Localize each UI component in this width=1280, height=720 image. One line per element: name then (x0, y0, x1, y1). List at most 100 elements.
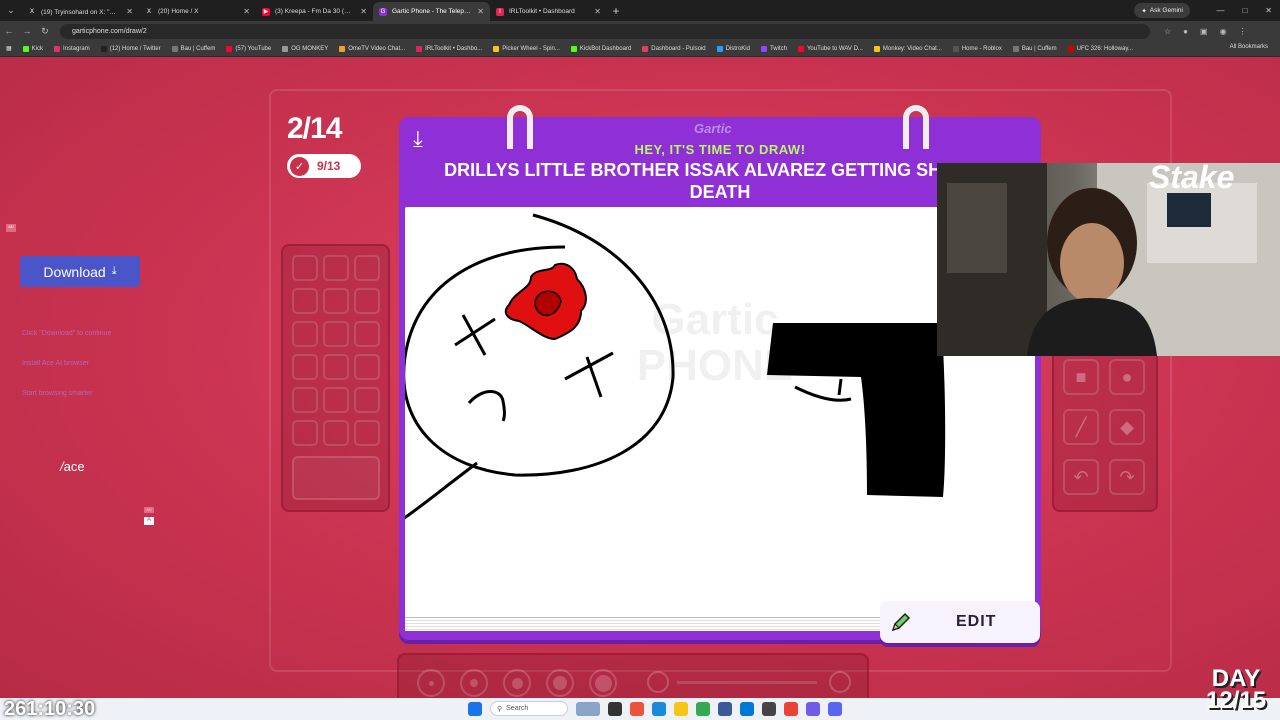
color-swatch[interactable] (323, 255, 349, 281)
circle-fill-icon[interactable]: ● (1109, 359, 1145, 395)
color-swatch[interactable] (354, 387, 380, 413)
task-view-icon[interactable] (608, 701, 622, 716)
square-fill-icon[interactable]: ■ (1063, 359, 1099, 395)
profile-icon[interactable]: ◉ (1220, 27, 1227, 36)
color-swatch[interactable] (292, 387, 318, 413)
star-icon[interactable]: ☆ (1164, 27, 1171, 36)
bookmark-item[interactable]: Picker Wheel - Spin... (493, 45, 560, 52)
ad-download-button[interactable]: Download ⤓ (20, 256, 140, 287)
brush-size-bar (397, 653, 869, 698)
bookmark-item[interactable]: KickBot Dashboard (570, 45, 631, 52)
taskbar-search[interactable]: ⚲ Search (490, 701, 568, 716)
puzzle-icon[interactable]: ▣ (1200, 27, 1208, 36)
bookmark-item[interactable]: UFC 326: Holloway... (1067, 45, 1133, 52)
url-input[interactable]: garticphone.com/draw/2 (60, 23, 1150, 39)
browser-tab[interactable]: X (20) Home / X ✕ (139, 2, 256, 21)
color-swatch[interactable] (354, 321, 380, 347)
close-tab-icon[interactable]: ✕ (477, 7, 484, 16)
chrome-2-icon[interactable] (784, 701, 798, 716)
close-tab-icon[interactable]: ✕ (243, 7, 250, 16)
bucket-icon[interactable]: ◆ (1109, 409, 1145, 445)
back-icon[interactable]: ← (0, 26, 18, 36)
minimize-icon[interactable]: — (1216, 6, 1224, 15)
brush-size-5[interactable] (589, 669, 617, 697)
forward-icon[interactable]: → (18, 26, 36, 36)
bookmark-item[interactable]: Kick (22, 45, 43, 52)
browser-tab[interactable]: ▶ (3) Kreepa - Fm Da 30 (Official ✕ (256, 2, 373, 21)
brush-size-4[interactable] (546, 669, 574, 697)
close-tab-icon[interactable]: ✕ (126, 7, 133, 16)
apps-icon[interactable]: ▦ (6, 45, 12, 52)
browser-tab[interactable]: GGartic Phone - The Telephone G✕ (373, 2, 490, 21)
widgets-icon[interactable] (576, 701, 600, 716)
bookmark-item[interactable]: Instagram (54, 45, 90, 52)
color-swatch[interactable] (323, 354, 349, 380)
discord-icon[interactable] (828, 701, 842, 716)
color-swatch[interactable] (354, 255, 380, 281)
edit-button[interactable]: EDIT (880, 601, 1040, 643)
bookmark-item[interactable]: (57) YouTube (226, 45, 271, 52)
bookmark-item[interactable]: DistroKid (716, 45, 750, 52)
color-swatch[interactable] (292, 321, 318, 347)
bookmark-item[interactable]: YouTube to WAV D... (797, 45, 863, 52)
browser-tab[interactable]: I IRLToolkit • Dashboard ✕ (490, 2, 607, 21)
mail-icon[interactable] (740, 701, 754, 716)
copilot-icon[interactable] (630, 701, 644, 716)
ask-gemini-button[interactable]: ✦ Ask Gemini (1134, 3, 1190, 18)
file-explorer-icon[interactable] (674, 701, 688, 716)
bookmark-item[interactable]: Bau | Cuffem (1012, 45, 1057, 52)
new-tab-button[interactable]: + (607, 4, 625, 18)
color-swatch[interactable] (354, 420, 380, 446)
all-bookmarks-link[interactable]: All Bookmarks (1230, 44, 1268, 50)
opacity-slider-track[interactable] (677, 681, 817, 684)
bookmark-favicon-icon (716, 45, 723, 52)
maximize-icon[interactable]: □ (1242, 6, 1247, 15)
color-swatch[interactable] (292, 354, 318, 380)
browser-tab[interactable]: X (19) Tryinsohard on X: "☠ Cuff ✕ (22, 2, 139, 21)
color-swatch[interactable] (323, 420, 349, 446)
close-tab-icon[interactable]: ✕ (594, 7, 601, 16)
close-window-icon[interactable]: ✕ (1265, 6, 1272, 15)
color-swatch[interactable] (354, 288, 380, 314)
redo-icon[interactable]: ↷ (1109, 459, 1145, 495)
bookmark-item[interactable]: Monkey: Video Chat... (873, 45, 942, 52)
bookmark-item[interactable]: IRLToolkit • Dashbo... (416, 45, 482, 52)
tab-search-icon[interactable]: ⌄ (0, 0, 22, 21)
color-swatch[interactable] (292, 420, 318, 446)
brush-size-1[interactable] (417, 669, 445, 697)
bookmark-item[interactable]: Dashboard - Pulsoid (642, 45, 706, 52)
color-swatch[interactable] (292, 288, 318, 314)
undo-icon[interactable]: ↶ (1063, 459, 1099, 495)
webcam-overlay: Stake (937, 163, 1280, 356)
brush-size-2[interactable] (460, 669, 488, 697)
slider-min-knob[interactable] (647, 671, 669, 693)
search-icon: ⚲ (497, 705, 503, 713)
bookmark-item[interactable]: Home - Roblox (952, 45, 1002, 52)
color-swatch[interactable] (292, 255, 318, 281)
color-swatch[interactable] (354, 354, 380, 380)
bookmark-item[interactable]: Twitch (760, 45, 787, 52)
color-swatch[interactable] (323, 387, 349, 413)
bookmark-item[interactable]: OmeTV Video Chat... (339, 45, 405, 52)
app-icon[interactable] (718, 701, 732, 716)
tab-favicon-icon: X (145, 7, 153, 16)
menu-icon[interactable]: ⋮ (1239, 27, 1247, 36)
color-swatch[interactable] (323, 321, 349, 347)
app-2-icon[interactable] (806, 701, 820, 716)
bookmark-item[interactable]: (12) Home / Twitter (100, 45, 161, 52)
brush-size-3[interactable] (503, 669, 531, 697)
bookmark-item[interactable]: Bau | Cuffem (171, 45, 215, 52)
reload-icon[interactable]: ↻ (36, 26, 54, 37)
close-tab-icon[interactable]: ✕ (360, 7, 367, 16)
obs-icon[interactable] (762, 701, 776, 716)
windows-start-icon[interactable] (468, 701, 482, 716)
color-swatch[interactable] (323, 288, 349, 314)
slider-max-knob[interactable] (829, 671, 851, 693)
chrome-icon[interactable] (696, 701, 710, 716)
line-icon[interactable]: ╱ (1063, 409, 1099, 445)
extension-icon[interactable]: ● (1183, 27, 1188, 36)
selected-color-swatch[interactable] (292, 456, 380, 500)
edge-icon[interactable] (652, 701, 666, 716)
bookmark-item[interactable]: OG MONKEY (282, 45, 328, 52)
ad-choices-icon[interactable]: AD A (144, 507, 154, 531)
